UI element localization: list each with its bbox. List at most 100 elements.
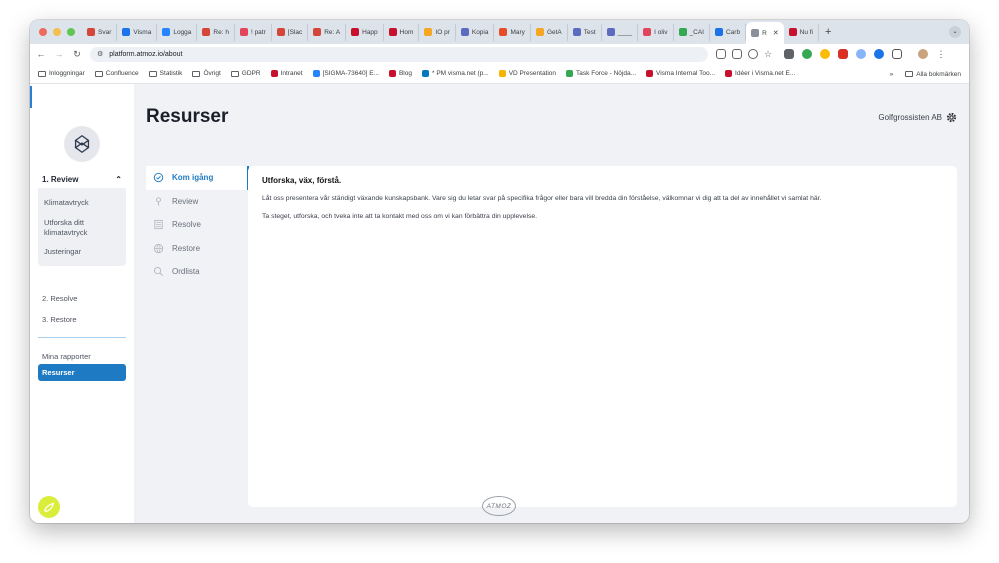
browser-tab[interactable]: Test — [568, 23, 602, 41]
bookmark-item[interactable]: GDPR — [230, 70, 261, 77]
browser-tab[interactable]: _CAI — [674, 23, 710, 41]
all-bookmarks-button[interactable]: Alla bokmärken — [905, 71, 961, 78]
reload-icon[interactable]: ↻ — [70, 49, 84, 60]
gear-icon[interactable] — [946, 112, 957, 123]
window-controls — [30, 28, 82, 36]
browser-tab[interactable]: Logga — [157, 23, 198, 41]
translate-icon[interactable] — [732, 49, 742, 59]
help-badge[interactable] — [38, 496, 60, 518]
browser-tab[interactable]: ! patr — [235, 23, 272, 41]
sidebar-item-justeringar[interactable]: Justeringar — [44, 247, 122, 257]
extensions-puzzle-icon[interactable] — [892, 49, 902, 59]
tab-label: Logga — [173, 28, 192, 36]
avatar[interactable] — [918, 49, 928, 59]
resources-nav-item[interactable]: Ordlista — [146, 260, 249, 284]
back-icon[interactable]: ← — [34, 49, 48, 59]
bookmark-label: * PM visma.net (p... — [431, 70, 489, 77]
bookmark-item[interactable]: VD Presentation — [498, 70, 556, 77]
bookmark-item[interactable]: Inloggningar — [38, 70, 85, 77]
sidebar-item-resources[interactable]: Resurser — [38, 364, 126, 381]
url-text: platform.atmoz.io/about — [109, 50, 183, 58]
browser-tab[interactable]: [Slac — [272, 23, 309, 41]
extension-icon[interactable] — [802, 49, 812, 59]
minimize-window-button[interactable] — [53, 28, 61, 36]
browser-tab[interactable]: R ✕ — [746, 22, 784, 44]
extension-icon[interactable] — [820, 49, 830, 59]
sidebar-divider — [38, 337, 126, 338]
resources-nav-label: Ordlista — [172, 267, 200, 277]
sidebar-item-restore[interactable]: 3. Restore — [42, 315, 77, 324]
bookmark-star-icon[interactable]: ☆ — [764, 49, 774, 59]
browser-tab[interactable]: Carb — [710, 23, 747, 41]
bookmark-item[interactable]: Intranet — [270, 70, 303, 77]
bookmark-label: GDPR — [241, 70, 261, 77]
close-window-button[interactable] — [39, 28, 47, 36]
new-tab-button[interactable]: + — [819, 26, 837, 38]
tab-search-icon[interactable]: ⌄ — [949, 26, 961, 38]
company-switcher[interactable]: Golfgrossisten AB — [878, 112, 957, 123]
browser-tab[interactable]: ____ — [602, 23, 639, 41]
extension-icon[interactable] — [838, 49, 848, 59]
browser-tab[interactable]: Mary — [494, 23, 531, 41]
tab-favicon-icon — [388, 28, 397, 36]
tab-label: ____ — [617, 28, 633, 36]
forward-icon[interactable]: → — [52, 49, 66, 59]
browser-tab[interactable]: I oliv — [638, 23, 674, 41]
tab-favicon-icon — [313, 28, 322, 36]
bookmark-item[interactable]: Idéer i Visma.net E... — [725, 70, 795, 77]
extension-icon[interactable] — [856, 49, 866, 59]
install-app-icon[interactable] — [716, 49, 726, 59]
browser-window: Svar Visma Logga Re: h ! patr [Slac Re: A Happ H… — [30, 20, 969, 523]
all-bookmarks-label: Alla bokmärken — [916, 70, 961, 78]
browser-tab[interactable]: Visma — [117, 23, 158, 41]
browser-tab[interactable]: GetA — [531, 23, 568, 41]
bookmark-item[interactable]: * PM visma.net (p... — [421, 70, 489, 77]
browser-tab[interactable]: Hom — [384, 23, 420, 41]
tab-favicon-icon — [572, 28, 581, 36]
browser-tab[interactable]: Re: A — [308, 23, 347, 41]
bookmark-item[interactable]: [SIGMA-73640] E... — [312, 70, 379, 77]
browser-tab[interactable]: Happ — [346, 23, 384, 41]
browser-tab[interactable]: Re: h — [197, 23, 235, 41]
browser-tab[interactable]: Kopia — [456, 23, 495, 41]
bookmark-favicon-icon — [421, 70, 429, 77]
extensions-bar: ⋮ — [784, 49, 946, 59]
sidebar-review-toggle[interactable]: 1. Review ⌃ — [38, 170, 126, 188]
zoom-icon[interactable] — [748, 49, 758, 59]
close-tab-icon[interactable]: ✕ — [773, 29, 779, 37]
bookmark-favicon-icon — [270, 70, 278, 77]
browser-toolbar: ← → ↻ ⚙ platform.atmoz.io/about ☆ ⋮ — [30, 44, 969, 64]
bookmarks-overflow-button[interactable]: » — [890, 71, 894, 78]
list-icon — [154, 220, 163, 230]
sidebar-item-klimatavtryck[interactable]: Klimatavtryck — [44, 198, 122, 208]
kebab-menu-icon[interactable]: ⋮ — [936, 49, 946, 59]
app-logo[interactable] — [64, 126, 100, 162]
tab-label: Mary — [510, 28, 525, 36]
resources-nav-item[interactable]: Kom igång — [146, 166, 249, 190]
browser-tab[interactable]: Svar — [82, 23, 118, 41]
atmoz-logo-icon — [74, 134, 90, 154]
extension-icon[interactable] — [874, 49, 884, 59]
tab-label: Carb — [725, 28, 741, 36]
sidebar-item-reports[interactable]: Mina rapporter — [42, 352, 91, 361]
bookmark-item[interactable]: Task Force - Nöjda... — [566, 70, 636, 77]
maximize-window-button[interactable] — [67, 28, 75, 36]
extension-icon[interactable] — [784, 49, 794, 59]
resources-nav-item[interactable]: Resolve — [146, 213, 249, 237]
bookmark-item[interactable]: Visma Internal Too... — [646, 70, 715, 77]
site-settings-icon[interactable]: ⚙ — [97, 50, 103, 58]
resources-nav-item[interactable]: Review — [146, 190, 249, 214]
bookmark-favicon-icon — [312, 70, 320, 77]
folder-icon — [905, 71, 914, 77]
sidebar-item-utforska[interactable]: Utforska ditt klimatavtryck — [44, 218, 122, 238]
resources-nav-label: Review — [172, 196, 199, 206]
address-bar[interactable]: ⚙ platform.atmoz.io/about — [90, 46, 708, 62]
bookmark-item[interactable]: Statistik — [148, 70, 182, 77]
browser-tab[interactable]: Nu fi — [784, 23, 820, 41]
browser-tab[interactable]: IO pr — [419, 23, 456, 41]
resources-nav-item[interactable]: Restore — [146, 237, 249, 261]
sidebar-item-resolve[interactable]: 2. Resolve — [42, 294, 77, 303]
bookmark-item[interactable]: Blog — [388, 70, 412, 77]
bookmark-item[interactable]: Confluence — [94, 70, 139, 77]
bookmark-item[interactable]: Övrigt — [192, 70, 221, 77]
